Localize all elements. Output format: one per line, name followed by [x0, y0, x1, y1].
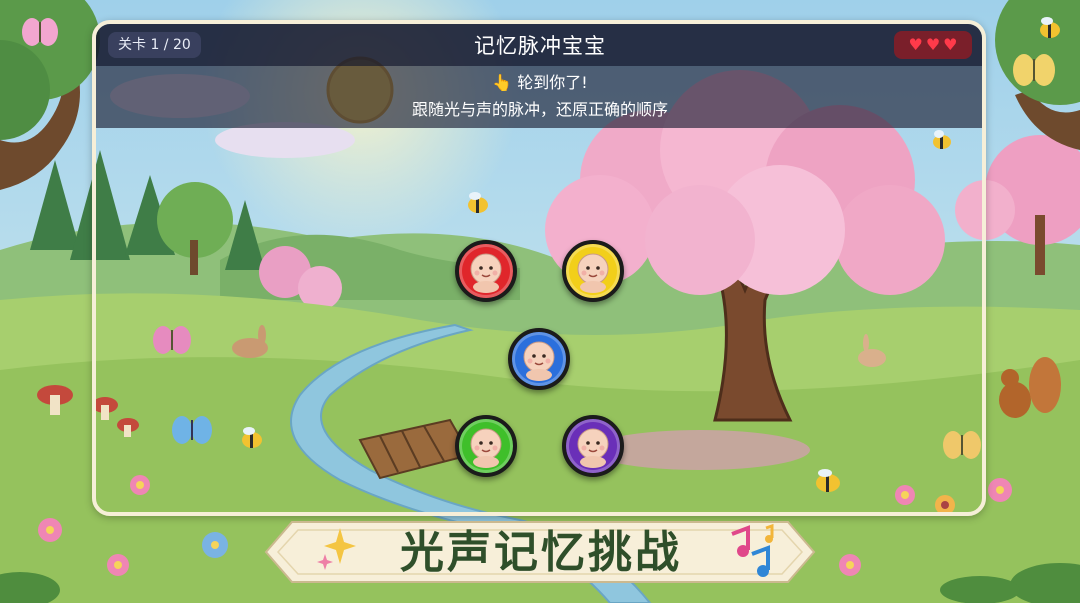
purple-baby-pad[interactable] [562, 415, 624, 477]
heart-icon: ♥ [943, 35, 958, 54]
baby-face-icon [470, 253, 502, 293]
game-title: 记忆脉冲宝宝 [474, 34, 606, 58]
instruction-text: 跟随光与声的脉冲，还原正确的顺序 [411, 100, 668, 119]
blue-baby-pad[interactable] [508, 328, 570, 390]
heart-icon: ♥ [925, 35, 941, 54]
lives-indicator: ♥ ♥ ♥ [894, 31, 972, 59]
baby-face-icon [577, 253, 609, 293]
green-baby-pad[interactable] [455, 415, 517, 477]
heart-icon: ♥ [908, 35, 923, 54]
red-baby-pad[interactable] [455, 240, 517, 302]
level-indicator: 关卡 1 / 20 [108, 32, 201, 58]
baby-face-icon [523, 341, 555, 381]
music-notes-icon [731, 523, 774, 577]
turn-prompt: 👆 轮到你了! [492, 73, 588, 92]
baby-face-icon [577, 428, 609, 468]
yellow-baby-pad[interactable] [562, 240, 624, 302]
challenge-title: 光声记忆挑战 [400, 527, 682, 578]
baby-face-icon [470, 428, 502, 468]
sparkle-icon [317, 528, 356, 570]
